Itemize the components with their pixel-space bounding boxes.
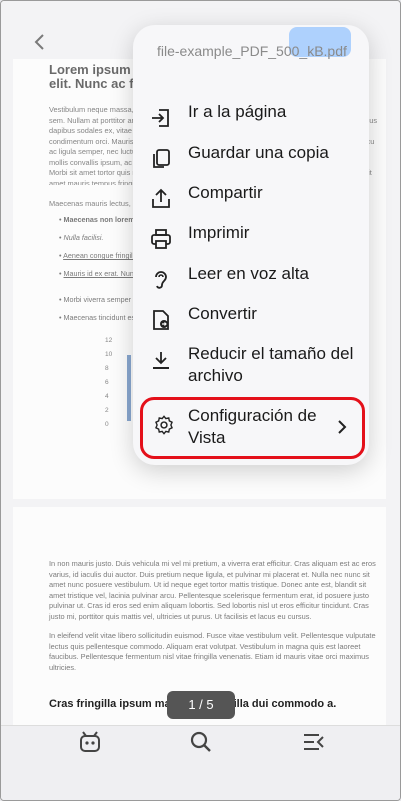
assistant-bot-icon[interactable] xyxy=(77,729,103,755)
go-to-page-icon xyxy=(149,106,173,130)
search-icon[interactable] xyxy=(188,729,214,755)
share-icon xyxy=(149,187,173,211)
print-icon xyxy=(149,227,173,251)
chevron-right-icon[interactable] xyxy=(335,419,349,440)
menu-item-label: Leer en voz alta xyxy=(188,264,309,283)
menu-item-print[interactable]: Imprimir xyxy=(149,220,365,256)
menu-item-label: Reducir el tamaño del archivo xyxy=(188,344,354,385)
menu-item-reduce-size[interactable]: Reducir el tamaño del archivo xyxy=(149,343,365,387)
copy-icon xyxy=(149,147,173,171)
menu-item-label: Imprimir xyxy=(188,223,250,242)
page-indicator: 1 / 5 xyxy=(167,691,235,719)
read-aloud-icon xyxy=(149,268,173,292)
outline-menu-icon[interactable] xyxy=(301,729,327,755)
reduce-size-icon xyxy=(149,349,173,373)
convert-icon xyxy=(149,308,173,332)
menu-item-save-copy[interactable]: Guardar una copia xyxy=(149,140,365,176)
menu-item-label: Compartir xyxy=(188,183,263,202)
menu-item-label: Convertir xyxy=(188,304,257,323)
menu-item-go-to-page[interactable]: Ir a la página xyxy=(149,99,365,135)
file-name: file-example_PDF_500_kB.pdf xyxy=(157,43,347,59)
menu-item-label: Ir a la página xyxy=(188,102,287,121)
menu-item-convert[interactable]: Convertir xyxy=(149,301,365,337)
app-window: Lorem ipsum dolor sit amet, consectetur … xyxy=(0,0,401,801)
menu-item-share[interactable]: Compartir xyxy=(149,180,365,216)
selection-highlight xyxy=(140,397,365,459)
menu-item-read-aloud[interactable]: Leer en voz alta xyxy=(149,261,365,297)
menu-item-label: Guardar una copia xyxy=(188,143,329,162)
